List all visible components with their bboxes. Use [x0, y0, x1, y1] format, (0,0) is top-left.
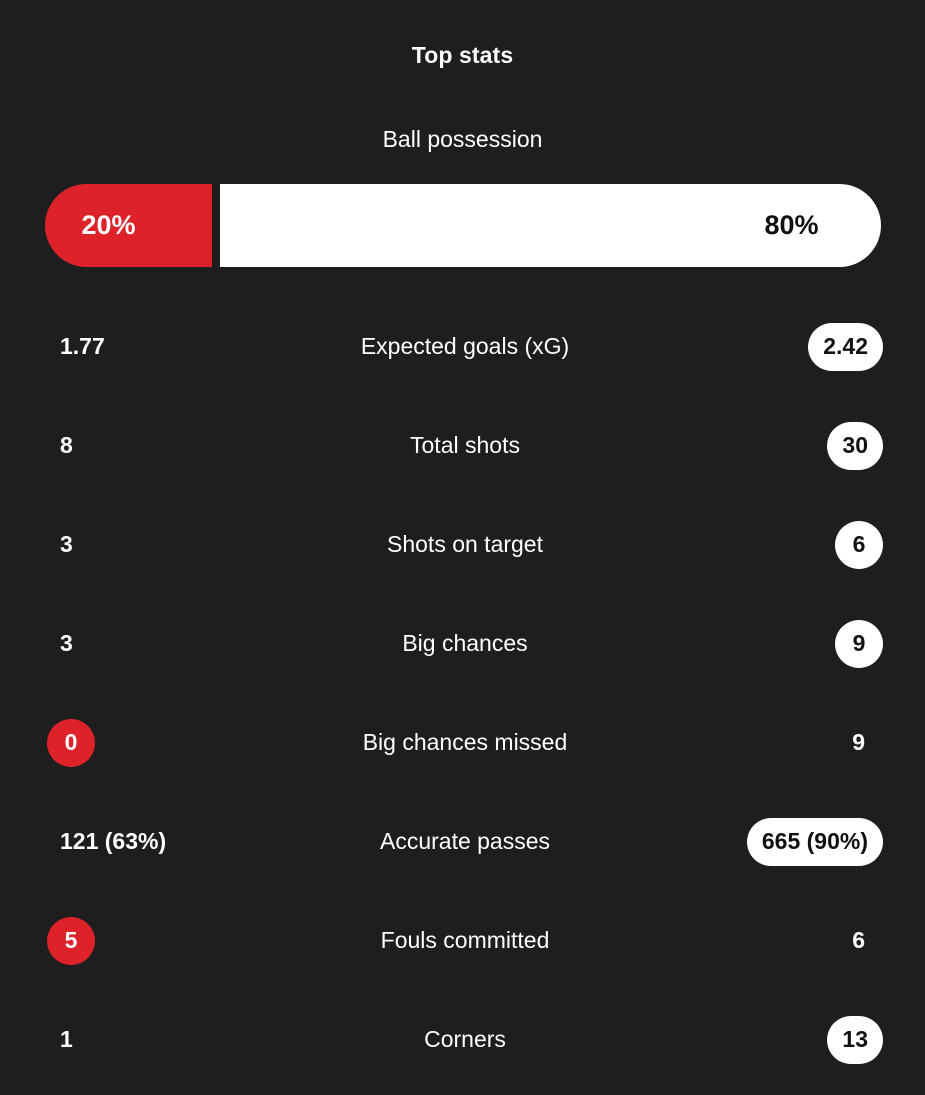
stat-row-fouls-committed: 5 Fouls committed 6	[0, 891, 925, 990]
stat-right-value-pill: 13	[827, 1015, 883, 1064]
stat-right-cell: 30	[671, 421, 883, 470]
stat-right-value-pill: 9	[835, 619, 883, 668]
possession-bar-away-segment: 80%	[219, 184, 881, 267]
stat-left-cell: 8	[47, 432, 259, 459]
stat-left-cell: 121 (63%)	[47, 828, 259, 855]
stat-right-value-pill: 2.42	[808, 322, 883, 371]
stat-right-cell: 13	[671, 1015, 883, 1064]
stat-row-accurate-passes: 121 (63%) Accurate passes 665 (90%)	[0, 792, 925, 891]
stat-right-value: 6	[852, 927, 865, 953]
stat-left-cell: 3	[47, 630, 259, 657]
stat-label: Big chances	[402, 630, 528, 656]
stat-label: Fouls committed	[380, 927, 550, 953]
stat-row-shots-on-target: 3 Shots on target 6	[0, 495, 925, 594]
stat-left-cell: 1	[47, 1026, 259, 1053]
stat-right-value-pill: 30	[827, 421, 883, 470]
possession-home-value: 20%	[81, 210, 136, 240]
stat-left-value: 3	[60, 630, 73, 656]
stat-label: Big chances missed	[362, 729, 568, 755]
stat-row-big-chances: 3 Big chances 9	[0, 594, 925, 693]
stat-right-cell: 9	[671, 619, 883, 668]
stat-label: Expected goals (xG)	[360, 333, 570, 359]
possession-away-value: 80%	[764, 210, 819, 240]
stat-label: Accurate passes	[379, 828, 551, 854]
stat-left-value: 8	[60, 432, 73, 458]
top-stats-panel: Top stats Ball possession 20% 80% 1.77 Ex…	[0, 0, 925, 1095]
stat-row-big-chances-missed: 0 Big chances missed 9	[0, 693, 925, 792]
stat-left-value: 3	[60, 531, 73, 557]
stat-left-value: 1.77	[60, 333, 105, 359]
stat-right-value-pill: 665 (90%)	[746, 817, 883, 866]
ball-possession-label: Ball possession	[382, 126, 543, 152]
stat-right-cell: 6	[671, 520, 883, 569]
stat-left-cell: 3	[47, 531, 259, 558]
stat-left-cell: 5	[47, 916, 259, 965]
stat-row-corners: 1 Corners 13	[0, 990, 925, 1089]
stat-left-value: 1	[60, 1026, 73, 1052]
stat-right-value: 9	[852, 729, 865, 755]
stat-left-value-pill: 5	[47, 916, 95, 965]
stat-left-cell: 0	[47, 718, 259, 767]
stat-right-value-pill: 6	[835, 520, 883, 569]
stat-left-cell: 1.77	[47, 333, 259, 360]
stat-right-cell: 2.42	[671, 322, 883, 371]
possession-bar-home-segment: 20%	[44, 184, 212, 267]
stats-list: 1.77 Expected goals (xG) 2.42 8 Total shots 3…	[0, 297, 925, 1089]
stat-right-cell: 665 (90%)	[671, 817, 883, 866]
stat-left-value: 121 (63%)	[60, 828, 167, 854]
stat-label: Shots on target	[387, 531, 543, 557]
ball-possession-block: Ball possession 20% 80%	[0, 125, 925, 267]
stat-left-value-pill: 0	[47, 718, 95, 767]
stat-label: Corners	[424, 1026, 506, 1052]
stat-right-cell: 6	[671, 927, 883, 954]
possession-bar: 20% 80%	[44, 184, 881, 267]
stat-label: Total shots	[410, 432, 520, 458]
stat-right-cell: 9	[671, 729, 883, 756]
stat-row-total-shots: 8 Total shots 30	[0, 396, 925, 495]
page-title: Top stats	[411, 42, 514, 68]
stat-row-expected-goals-xg: 1.77 Expected goals (xG) 2.42	[0, 297, 925, 396]
